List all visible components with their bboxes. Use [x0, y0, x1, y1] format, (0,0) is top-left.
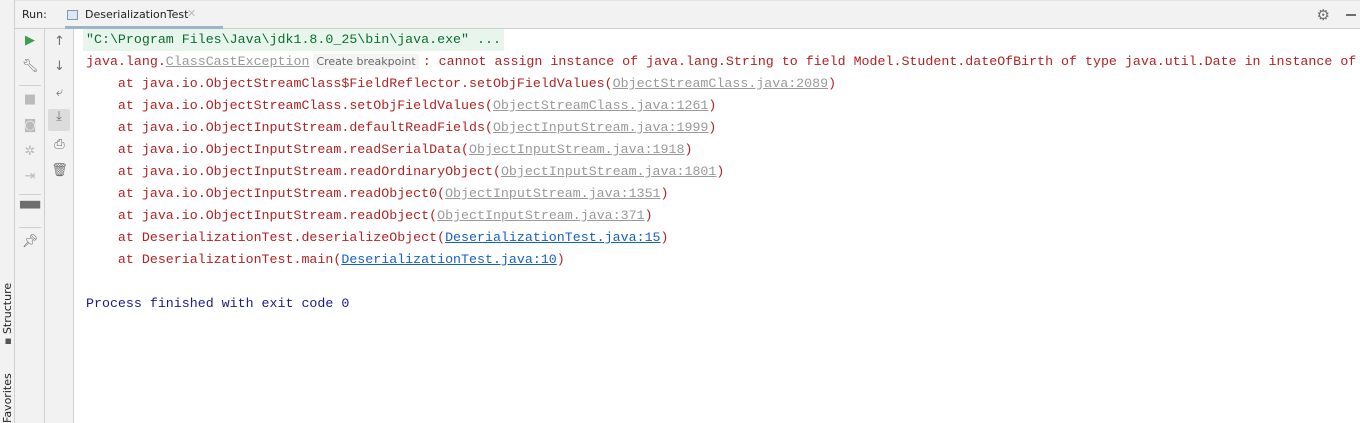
frame-end: ) [716, 164, 725, 179]
process-finished: Process finished with exit code 0 [86, 296, 350, 311]
stack-frame: at java.io.ObjectStreamClass$FieldReflec… [86, 73, 836, 95]
frame-method: at java.io.ObjectStreamClass$FieldReflec… [86, 76, 613, 91]
stack-frame: at java.io.ObjectInputStream.defaultRead… [86, 117, 716, 139]
tab-title: DeserializationTest [85, 8, 189, 21]
frame-end: ) [708, 120, 717, 135]
source-link[interactable]: ObjectStreamClass.java:2089 [613, 76, 828, 91]
tool-window-stripe: ▪ Structure Favorites [0, 0, 15, 423]
close-tab-icon[interactable]: ✕ [187, 7, 196, 20]
frame-method: at java.io.ObjectInputStream.readOrdinar… [86, 164, 501, 179]
favorites-tab[interactable]: Favorites [1, 373, 14, 423]
trash-icon[interactable]: 🗑︎ [45, 163, 74, 178]
exception-line: java.lang.ClassCastException Create break… [86, 51, 1356, 73]
console-output[interactable]: "C:\Program Files\Java\jdk1.8.0_25\bin\j… [75, 29, 1360, 423]
camera-icon[interactable]: ◙ [15, 118, 45, 133]
frame-end: ) [660, 186, 669, 201]
frame-end: ) [644, 208, 653, 223]
stack-frame: at java.io.ObjectInputStream.readOrdinar… [86, 161, 724, 183]
frame-end: ) [684, 142, 693, 157]
exception-message: : cannot assign instance of java.lang.St… [422, 54, 1357, 69]
structure-tab[interactable]: ▪ Structure [1, 283, 14, 345]
frame-method: at java.io.ObjectInputStream.defaultRead… [86, 120, 493, 135]
source-link[interactable]: ObjectInputStream.java:1801 [501, 164, 716, 179]
run-toolbar: ▶ 🔧︎ ■ ◙ ✲ ⇥ ▀▀ 📌︎ [15, 29, 45, 423]
source-link[interactable]: ObjectInputStream.java:1999 [493, 120, 708, 135]
import-icon[interactable]: ⇥ [15, 169, 45, 184]
source-link[interactable]: DeserializationTest.java:15 [445, 230, 660, 245]
frame-method: at java.io.ObjectInputStream.readObject0… [86, 186, 446, 201]
up-arrow-icon[interactable]: ↑ [45, 34, 74, 49]
frame-end: ) [556, 252, 565, 267]
run-header: Run: DeserializationTest ✕ ⚙ [15, 0, 1360, 29]
source-link[interactable]: ObjectInputStream.java:1351 [445, 186, 660, 201]
stack-frame: at DeserializationTest.deserializeObject… [86, 227, 669, 249]
exception-class-link[interactable]: ClassCastException [166, 54, 310, 69]
exception-prefix: java.lang. [86, 54, 166, 69]
structure-label: Structure [1, 282, 14, 335]
frame-end: ) [660, 230, 669, 245]
stack-frame: at java.io.ObjectStreamClass.setObjField… [86, 95, 716, 117]
structure-icon: ▪ [1, 334, 14, 345]
soft-wrap-icon[interactable]: ⤶ [45, 85, 74, 100]
frame-method: at java.io.ObjectInputStream.readObject( [86, 208, 438, 223]
frame-end: ) [828, 76, 837, 91]
run-label: Run: [22, 8, 47, 21]
source-link[interactable]: ObjectInputStream.java:371 [437, 208, 644, 223]
frame-method: at DeserializationTest.deserializeObject… [86, 230, 446, 245]
favorites-label: Favorites [1, 373, 14, 423]
down-arrow-icon[interactable]: ↓ [45, 59, 74, 74]
stack-frame: at java.io.ObjectInputStream.readSerialD… [86, 139, 693, 161]
command-line: "C:\Program Files\Java\jdk1.8.0_25\bin\j… [83, 29, 504, 51]
tab-deserialization-test[interactable]: DeserializationTest ✕ [65, 1, 223, 29]
minimize-icon[interactable] [1346, 14, 1356, 16]
create-breakpoint-button[interactable]: Create breakpoint [313, 54, 419, 69]
frame-method: at java.io.ObjectInputStream.readSerialD… [86, 142, 470, 157]
source-link[interactable]: ObjectInputStream.java:1918 [469, 142, 684, 157]
frame-end: ) [708, 98, 717, 113]
layout-icon[interactable]: ▀▀ [15, 202, 45, 217]
run-config-icon [67, 10, 78, 20]
console-toolbar: ↑ ↓ ⤶ ⤓ ⎙ 🗑︎ [45, 29, 74, 423]
scroll-to-end-icon[interactable]: ⤓ [48, 109, 70, 131]
gear-icon[interactable]: ⚙ [1317, 6, 1330, 24]
source-link[interactable]: ObjectStreamClass.java:1261 [493, 98, 708, 113]
stop-icon[interactable]: ■ [15, 92, 45, 107]
stack-frame: at java.io.ObjectInputStream.readObject(… [86, 205, 653, 227]
debug-settings-icon[interactable]: ✲ [15, 144, 45, 159]
stack-frame: at java.io.ObjectInputStream.readObject0… [86, 183, 669, 205]
rerun-icon[interactable]: ▶ [15, 33, 45, 48]
pin-icon[interactable]: 📌︎ [15, 234, 45, 249]
print-icon[interactable]: ⎙ [45, 137, 74, 152]
source-link[interactable]: DeserializationTest.java:10 [341, 252, 556, 267]
wrench-icon[interactable]: 🔧︎ [15, 59, 45, 74]
frame-method: at DeserializationTest.main( [86, 252, 342, 267]
stack-frame: at DeserializationTest.main(Deserializat… [86, 249, 565, 271]
frame-method: at java.io.ObjectStreamClass.setObjField… [86, 98, 493, 113]
